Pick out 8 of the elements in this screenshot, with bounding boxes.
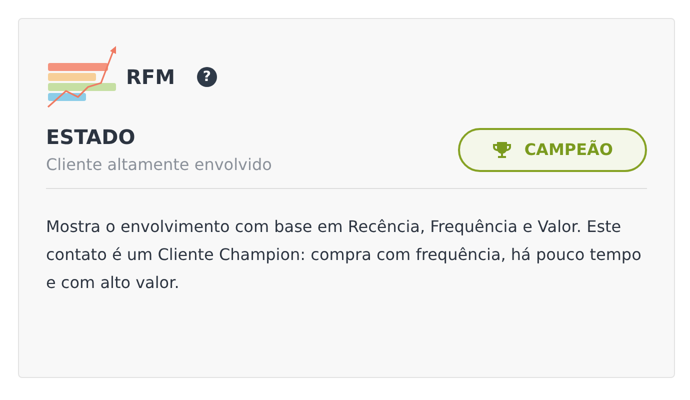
status-description: Cliente altamente envolvido	[46, 155, 272, 174]
status-label: ESTADO	[46, 125, 136, 149]
chart-logo-icon	[46, 45, 118, 109]
description-text: Mostra o envolvimento com base em Recência, Frequência e Valor. Este contato é um Cliente Champion: compra com frequência, há pouco tempo e com alto valor.	[46, 216, 642, 294]
trophy-icon	[492, 140, 512, 160]
status-badge: CAMPEÃO	[458, 128, 647, 172]
card-title: RFM	[126, 65, 175, 89]
help-icon[interactable]: ?	[196, 67, 217, 87]
